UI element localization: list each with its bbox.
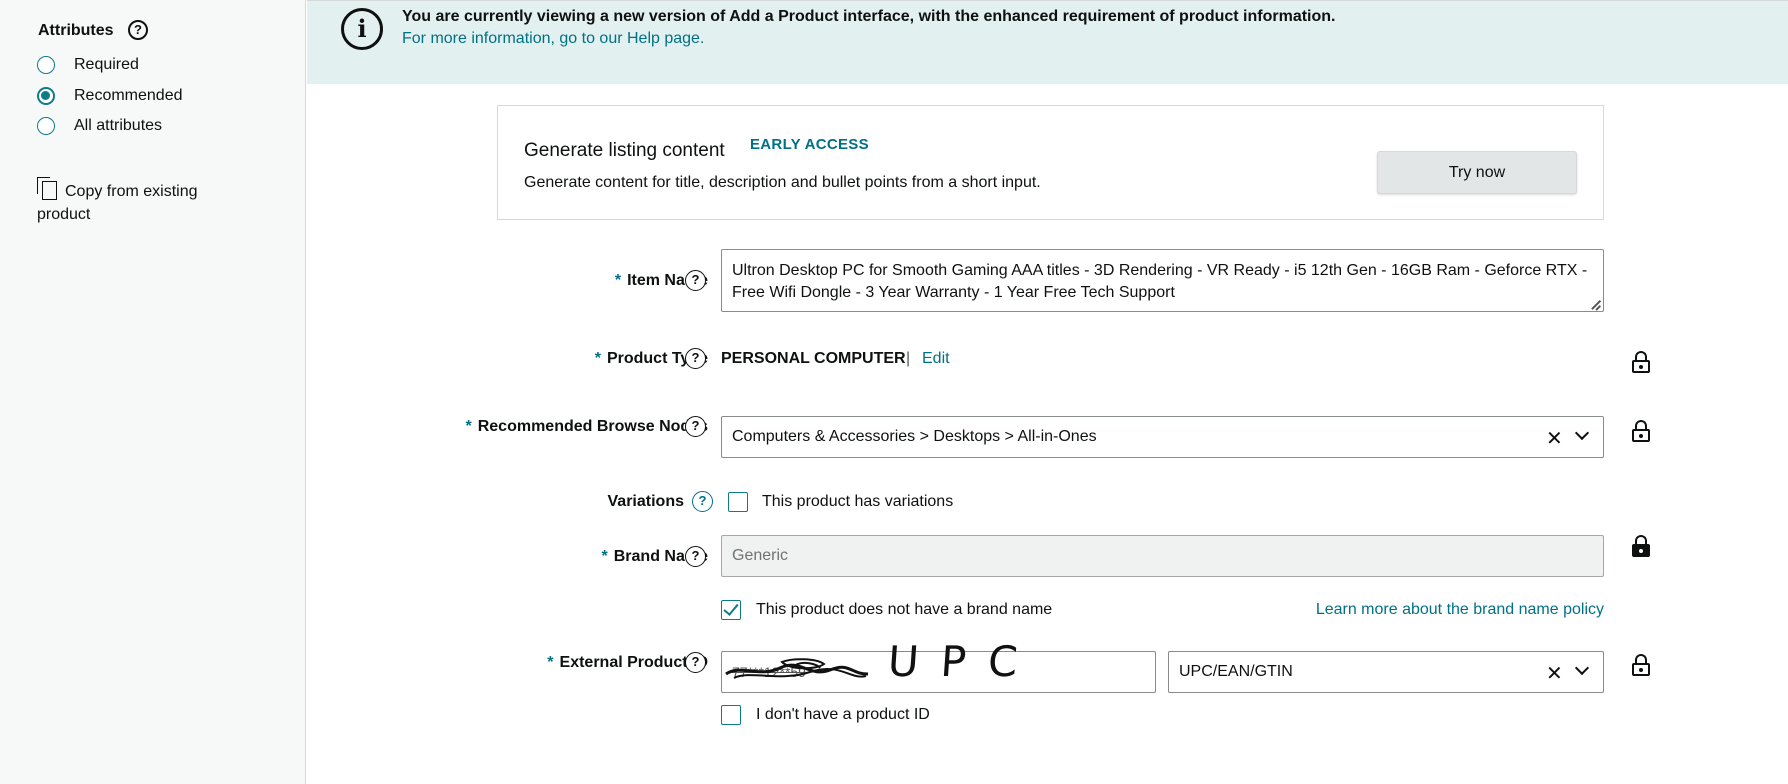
product-type-help-icon[interactable]: ? <box>685 348 706 369</box>
brand-name-input[interactable]: Generic <box>721 535 1604 577</box>
product-id-type-value: UPC/EAN/GTIN <box>1179 663 1293 680</box>
attributes-help-icon[interactable]: ? <box>128 20 148 40</box>
banner-message: You are currently viewing a new version … <box>402 8 1336 25</box>
resize-handle-icon[interactable] <box>1591 299 1601 309</box>
try-now-button[interactable]: Try now <box>1377 151 1577 194</box>
clear-icon[interactable]: ✕ <box>1546 661 1563 686</box>
product-type-edit-link[interactable]: Edit <box>922 350 950 368</box>
generate-title: Generate listing content <box>524 140 725 161</box>
handwriting-annotation: UPC <box>725 637 1040 686</box>
required-asterisk: * <box>547 654 554 671</box>
radio-button-selected[interactable] <box>37 87 55 105</box>
locked-lock-icon[interactable] <box>1632 535 1650 557</box>
browse-nodes-select[interactable]: Computers & Accessories > Desktops > All… <box>721 416 1604 458</box>
chevron-down-icon[interactable] <box>1574 425 1590 441</box>
external-id-label: * External Product ID <box>547 654 708 672</box>
item-name-textarea[interactable]: Ultron Desktop PC for Smooth Gaming AAA … <box>721 249 1604 312</box>
external-id-help-icon[interactable]: ? <box>685 652 706 673</box>
variations-label: Variations <box>607 493 684 510</box>
copy-link-label: Copy from existing product <box>37 183 198 223</box>
radio-label: Required <box>74 56 139 73</box>
no-brand-checkbox[interactable] <box>721 600 741 620</box>
required-asterisk: * <box>601 548 608 565</box>
browse-nodes-value: Computers & Accessories > Desktops > All… <box>732 428 1097 445</box>
item-name-value: Ultron Desktop PC for Smooth Gaming AAA … <box>732 262 1588 301</box>
unlocked-lock-icon[interactable] <box>1632 654 1650 676</box>
radio-button[interactable] <box>37 117 55 135</box>
browse-nodes-label: * Recommended Browse Nodes <box>465 418 708 436</box>
info-icon: i <box>341 8 383 50</box>
unlocked-lock-icon[interactable] <box>1632 420 1650 442</box>
generate-description: Generate content for title, description … <box>524 174 1041 191</box>
brand-name-help-icon[interactable]: ? <box>685 546 706 567</box>
generate-listing-card: Generate listing content EARLY ACCESS Ge… <box>497 105 1604 220</box>
product-id-type-select[interactable]: UPC/EAN/GTIN ✕ <box>1168 651 1604 693</box>
unlocked-lock-icon[interactable] <box>1632 351 1650 373</box>
required-asterisk: * <box>465 418 472 435</box>
browse-nodes-help-icon[interactable]: ? <box>685 416 706 437</box>
separator: | <box>906 350 911 367</box>
radio-recommended[interactable]: Recommended <box>37 87 183 105</box>
brand-policy-link[interactable]: Learn more about the brand name policy <box>1316 601 1604 619</box>
item-name-help-icon[interactable]: ? <box>685 270 706 291</box>
copy-icon <box>37 177 57 200</box>
no-product-id-checkbox[interactable] <box>721 705 741 725</box>
radio-required[interactable]: Required <box>37 56 139 74</box>
radio-button[interactable] <box>37 56 55 74</box>
variations-help-icon[interactable]: ? <box>692 491 713 512</box>
variations-checkbox[interactable] <box>728 492 748 512</box>
attributes-sidebar: Attributes ? Required Recommended All at… <box>0 0 306 784</box>
required-asterisk: * <box>594 350 601 367</box>
radio-label: All attributes <box>74 117 163 134</box>
product-type-value: PERSONAL COMPUTER <box>721 350 906 367</box>
help-page-link[interactable]: For more information, go to our Help pag… <box>402 30 704 48</box>
clear-icon[interactable]: ✕ <box>1546 426 1563 451</box>
early-access-badge: EARLY ACCESS <box>750 136 869 153</box>
handwriting-text: UPC <box>886 637 1040 686</box>
variations-checkbox-label: This product has variations <box>762 493 954 510</box>
attributes-title: Attributes <box>38 22 114 39</box>
radio-all-attributes[interactable]: All attributes <box>37 117 162 135</box>
no-product-id-label: I don't have a product ID <box>756 706 930 723</box>
no-brand-checkbox-label: This product does not have a brand name <box>756 601 1053 618</box>
copy-from-existing-link[interactable]: Copy from existing product <box>37 177 237 226</box>
required-asterisk: * <box>614 272 622 289</box>
radio-label: Recommended <box>74 87 183 104</box>
chevron-down-icon[interactable] <box>1574 660 1590 676</box>
browse-nodes-label-text: Recommended Browse Nodes <box>477 418 708 435</box>
brand-name-placeholder: Generic <box>732 547 789 564</box>
